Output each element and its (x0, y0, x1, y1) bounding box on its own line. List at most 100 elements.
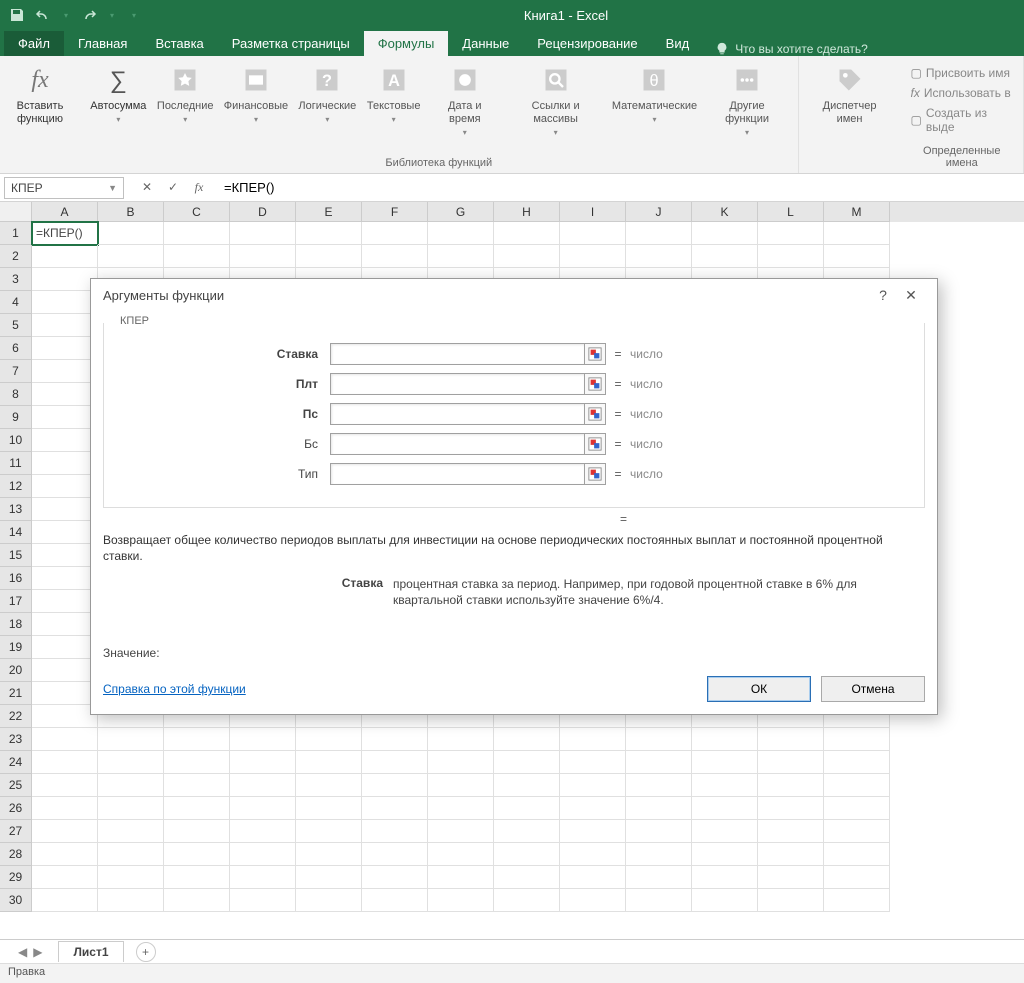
row-header[interactable]: 8 (0, 383, 32, 406)
cell[interactable] (32, 314, 98, 337)
cell[interactable] (626, 245, 692, 268)
row-header[interactable]: 19 (0, 636, 32, 659)
cell[interactable] (362, 866, 428, 889)
cell[interactable] (758, 820, 824, 843)
cell[interactable] (32, 521, 98, 544)
cell[interactable] (824, 843, 890, 866)
cell[interactable] (494, 222, 560, 245)
cell[interactable] (32, 843, 98, 866)
cell[interactable] (164, 820, 230, 843)
cell[interactable] (98, 774, 164, 797)
row-header[interactable]: 22 (0, 705, 32, 728)
cell[interactable] (560, 866, 626, 889)
column-header[interactable]: C (164, 202, 230, 222)
cell[interactable] (32, 452, 98, 475)
cell[interactable] (230, 774, 296, 797)
cell[interactable] (692, 889, 758, 912)
cell[interactable] (164, 245, 230, 268)
cell[interactable] (758, 797, 824, 820)
save-icon[interactable] (8, 6, 26, 24)
row-header[interactable]: 23 (0, 728, 32, 751)
row-header[interactable]: 1 (0, 222, 32, 245)
cell[interactable] (164, 889, 230, 912)
logical-functions-button[interactable]: ? Логические▾ (294, 60, 360, 143)
cell[interactable] (296, 728, 362, 751)
sheet-nav-next-icon[interactable]: ▶ (33, 945, 42, 959)
cell[interactable] (32, 613, 98, 636)
cell[interactable] (494, 751, 560, 774)
cell[interactable] (692, 728, 758, 751)
select-all-corner[interactable] (0, 202, 32, 222)
text-functions-button[interactable]: A Текстовые▾ (363, 60, 425, 143)
ok-button[interactable]: ОК (707, 676, 811, 702)
use-in-formula-button[interactable]: fxИспользовать в (910, 86, 1013, 100)
cell[interactable] (824, 866, 890, 889)
cell[interactable] (560, 889, 626, 912)
cell[interactable] (98, 843, 164, 866)
range-selector-button[interactable] (584, 403, 606, 425)
column-header[interactable]: D (230, 202, 296, 222)
row-header[interactable]: 14 (0, 521, 32, 544)
cell[interactable] (824, 820, 890, 843)
column-header[interactable]: G (428, 202, 494, 222)
cell[interactable] (230, 889, 296, 912)
cell[interactable] (32, 774, 98, 797)
cell[interactable] (560, 728, 626, 751)
cell[interactable] (494, 843, 560, 866)
cell[interactable] (32, 728, 98, 751)
cell[interactable] (560, 797, 626, 820)
cell[interactable] (32, 751, 98, 774)
cell[interactable] (164, 797, 230, 820)
column-header[interactable]: H (494, 202, 560, 222)
cell[interactable] (494, 866, 560, 889)
cell[interactable] (362, 774, 428, 797)
column-header[interactable]: L (758, 202, 824, 222)
cell[interactable] (98, 751, 164, 774)
cell[interactable] (32, 567, 98, 590)
cell[interactable] (164, 728, 230, 751)
row-header[interactable]: 9 (0, 406, 32, 429)
cell[interactable] (98, 820, 164, 843)
cell[interactable] (758, 889, 824, 912)
cell[interactable] (296, 820, 362, 843)
cell[interactable] (494, 820, 560, 843)
cell[interactable] (296, 751, 362, 774)
column-header[interactable]: K (692, 202, 758, 222)
cell[interactable] (626, 222, 692, 245)
row-header[interactable]: 24 (0, 751, 32, 774)
cell[interactable] (824, 222, 890, 245)
cell[interactable] (560, 774, 626, 797)
cell[interactable] (626, 751, 692, 774)
row-header[interactable]: 21 (0, 682, 32, 705)
cell[interactable] (32, 291, 98, 314)
cell[interactable] (32, 682, 98, 705)
tab-review[interactable]: Рецензирование (523, 31, 651, 56)
dialog-help-button[interactable]: ? (869, 287, 897, 303)
tell-me-search[interactable]: Что вы хотите сделать? (703, 42, 880, 56)
cell[interactable] (560, 245, 626, 268)
row-header[interactable]: 25 (0, 774, 32, 797)
row-header[interactable]: 7 (0, 360, 32, 383)
recent-functions-button[interactable]: Последние▾ (153, 60, 218, 143)
cell[interactable] (494, 774, 560, 797)
cell[interactable] (824, 774, 890, 797)
sheet-tab-1[interactable]: Лист1 (58, 941, 123, 962)
column-header[interactable]: I (560, 202, 626, 222)
cell[interactable] (32, 820, 98, 843)
cell[interactable] (164, 751, 230, 774)
cell[interactable] (296, 797, 362, 820)
cell[interactable] (32, 498, 98, 521)
cell[interactable] (362, 820, 428, 843)
cell[interactable] (428, 820, 494, 843)
cell[interactable] (32, 544, 98, 567)
row-header[interactable]: 3 (0, 268, 32, 291)
cell[interactable] (32, 590, 98, 613)
cell[interactable] (32, 429, 98, 452)
chevron-down-icon[interactable]: ▼ (108, 183, 117, 193)
fx-icon[interactable]: fx (190, 180, 208, 195)
cell[interactable] (32, 866, 98, 889)
cell[interactable] (758, 751, 824, 774)
cell[interactable] (230, 797, 296, 820)
cell[interactable] (758, 866, 824, 889)
cell[interactable] (758, 245, 824, 268)
